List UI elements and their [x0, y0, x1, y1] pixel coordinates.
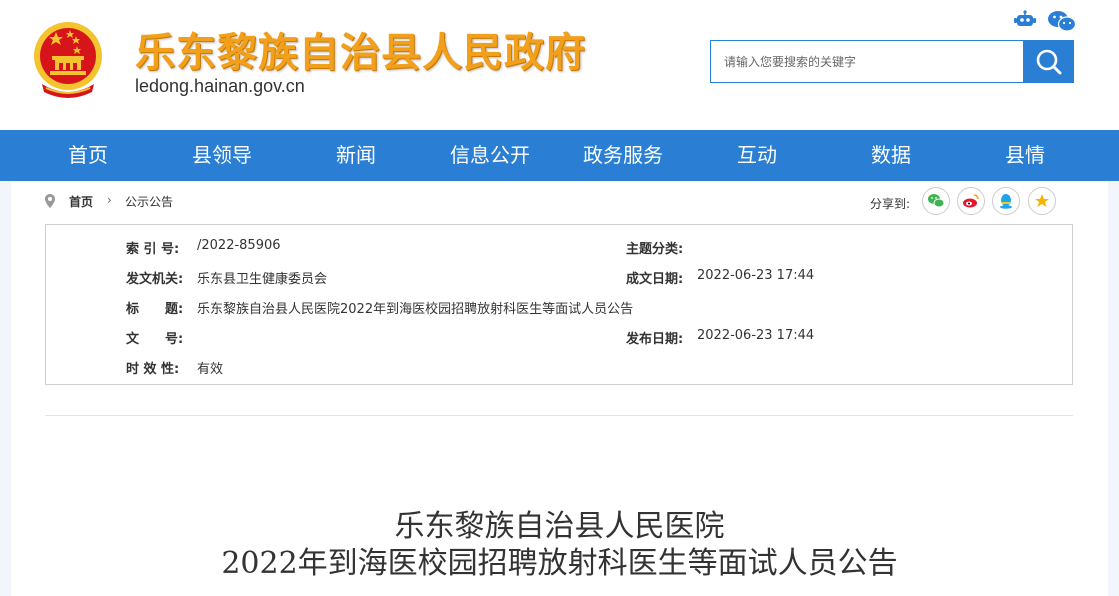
search-button[interactable]	[1023, 40, 1074, 83]
wechat-icon[interactable]	[1048, 10, 1077, 36]
published-date-value: 2022-06-23 17:44	[697, 328, 815, 343]
article-title-line-2: 2022年到海医校园招聘放射科医生等面试人员公告	[221, 546, 898, 581]
share-label: 分享到:	[870, 197, 911, 211]
nav-item-services[interactable]: 政务服务	[556, 130, 690, 181]
validity-value: 有效	[197, 362, 224, 377]
index-number-label: 索 引 号:	[126, 242, 180, 257]
weibo-icon	[963, 194, 979, 208]
nav-item-home[interactable]: 首页	[21, 130, 155, 181]
share-qq-button[interactable]	[992, 187, 1020, 215]
created-date-value: 2022-06-23 17:44	[697, 268, 815, 283]
robot-icon[interactable]	[1014, 10, 1036, 34]
share-weibo-button[interactable]	[957, 187, 985, 215]
main-nav: 首页 县领导 新闻 信息公开 政务服务 互动 数据 县情	[0, 130, 1119, 181]
created-date-label: 成文日期:	[626, 272, 684, 287]
issuer-value: 乐东县卫生健康委员会	[197, 272, 328, 287]
site-header: 乐东黎族自治县人民政府 ledong.hainan.gov.cn	[0, 0, 1119, 130]
search-box	[710, 40, 1023, 83]
qq-icon	[1000, 194, 1012, 209]
share-wechat-button[interactable]	[922, 187, 950, 215]
issuer-label: 发文机关:	[126, 272, 184, 287]
nav-item-leaders[interactable]: 县领导	[155, 130, 289, 181]
search-icon	[1036, 49, 1062, 75]
section-divider	[45, 415, 1073, 416]
star-icon	[1035, 194, 1049, 207]
national-emblem-logo[interactable]	[32, 18, 104, 100]
nav-item-interaction[interactable]: 互动	[690, 130, 824, 181]
nav-item-county-info[interactable]: 县情	[958, 130, 1092, 181]
wechat-icon	[928, 194, 945, 208]
published-date-label: 发布日期:	[626, 332, 684, 347]
document-metadata: 索 引 号: /2022-85906 主题分类: 发文机关: 乐东县卫生健康委员…	[45, 224, 1073, 385]
breadcrumb-home[interactable]: 首页	[69, 193, 93, 210]
site-domain: ledong.hainan.gov.cn	[135, 76, 305, 96]
breadcrumb-separator: ›	[107, 193, 112, 207]
nav-item-data[interactable]: 数据	[824, 130, 958, 181]
site-title[interactable]: 乐东黎族自治县人民政府	[135, 20, 586, 78]
nav-item-news[interactable]: 新闻	[289, 130, 423, 181]
search-input[interactable]	[711, 41, 1023, 82]
index-number-value: /2022-85906	[197, 238, 281, 253]
breadcrumb-current[interactable]: 公示公告	[125, 193, 173, 210]
title-value: 乐东黎族自治县人民医院2022年到海医校园招聘放射科医生等面试人员公告	[197, 302, 634, 317]
nav-item-info-disclosure[interactable]: 信息公开	[423, 130, 557, 181]
document-number-label: 文 号:	[126, 332, 184, 347]
validity-label: 时 效 性:	[126, 362, 180, 377]
title-label: 标 题:	[126, 302, 184, 317]
location-pin-icon	[45, 194, 55, 211]
share-favorite-button[interactable]	[1028, 187, 1056, 215]
topic-category-label: 主题分类:	[626, 242, 684, 257]
